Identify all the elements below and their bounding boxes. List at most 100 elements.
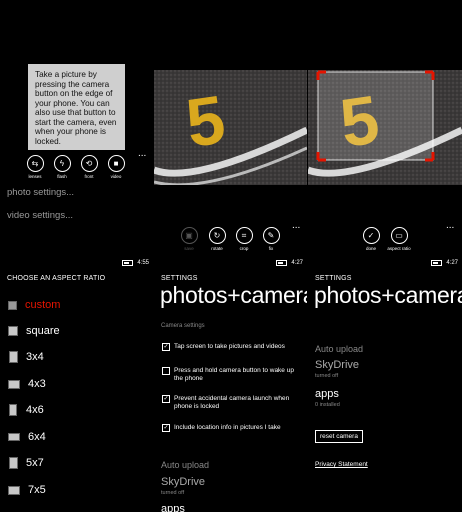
landscape-icon	[8, 485, 20, 495]
aspect-option-label: custom	[25, 299, 61, 311]
aspect-ratio-button[interactable]: ▭ aspect ratio	[386, 227, 412, 251]
flash-button[interactable]: ϟ flash	[49, 155, 75, 179]
video-icon: ■	[107, 155, 125, 172]
auto-upload-heading: Auto upload	[315, 344, 364, 354]
aspect-ratio-label: aspect ratio	[387, 246, 411, 251]
aspect-option-custom[interactable]: custom	[8, 299, 60, 311]
video-button[interactable]: ■ video	[103, 155, 129, 179]
status-time: 4:27	[291, 260, 303, 266]
checkbox-wake-phone[interactable]: Press and hold camera button to wake up …	[162, 367, 302, 383]
checkbox-label: Include location info in pictures I take	[174, 424, 281, 431]
apps-status: 0 installed	[315, 402, 340, 408]
aspect-option-label: 4x6	[26, 404, 44, 416]
aspect-option-6x4[interactable]: 6x4	[8, 431, 46, 443]
aspect-option-7x5[interactable]: 7x5	[8, 484, 46, 496]
checkbox-checked-icon: ✓	[162, 343, 170, 351]
landscape-icon	[8, 379, 20, 389]
more-options-button[interactable]: ...	[292, 221, 300, 231]
crop-button[interactable]: ⌗ crop	[231, 227, 257, 251]
section-heading: Camera settings	[161, 323, 205, 329]
checkbox-label: Prevent accidental camera launch when ph…	[174, 395, 290, 410]
menu-photo-settings[interactable]: photo settings...	[7, 187, 74, 198]
more-options-button[interactable]: ...	[138, 149, 146, 159]
status-time: 4:27	[446, 260, 458, 266]
lenses-button[interactable]: ⇆ lenses	[22, 155, 48, 179]
aspect-ratio-picker: 4:55 CHOOSE AN ASPECT RATIO custom squar…	[0, 257, 153, 512]
front-label: front	[84, 174, 94, 179]
portrait-icon	[9, 404, 17, 416]
checkbox-prevent-launch[interactable]: ✓ Prevent accidental camera launch when …	[162, 395, 302, 411]
square-icon	[8, 326, 18, 336]
page-title: photos+camera	[314, 282, 462, 308]
battery-icon	[431, 260, 443, 266]
crop-icon: ⌗	[235, 227, 253, 244]
more-options-button[interactable]: ...	[446, 221, 454, 231]
privacy-statement-link[interactable]: Privacy Statement	[315, 461, 368, 468]
lenses-icon: ⇆	[26, 155, 44, 172]
app-title: SETTINGS	[315, 275, 352, 282]
battery-icon	[276, 260, 288, 266]
page-title: photos+camera	[160, 282, 307, 308]
save-button[interactable]: ▣ save	[176, 227, 202, 251]
apps-item[interactable]: apps	[161, 503, 185, 512]
skydrive-status: turned off	[315, 373, 339, 379]
photo-preview: 5	[154, 70, 307, 185]
rotate-button[interactable]: ↻ rotate	[204, 227, 230, 251]
skydrive-status: turned off	[161, 490, 185, 496]
video-label: video	[110, 174, 122, 179]
front-camera-icon: ⟲	[80, 155, 98, 172]
reset-camera-button[interactable]: reset camera	[315, 430, 363, 443]
checkbox-label: Tap screen to take pictures and videos	[174, 343, 285, 350]
aspect-option-label: 7x5	[28, 484, 46, 496]
aspect-option-3x4[interactable]: 3x4	[8, 351, 44, 363]
photo-crop-preview: 5	[308, 70, 462, 185]
front-camera-button[interactable]: ⟲ front	[76, 155, 102, 179]
apps-item[interactable]: apps	[315, 388, 339, 400]
save-label: save	[184, 246, 194, 251]
custom-icon	[8, 300, 17, 310]
aspect-option-label: 4x3	[28, 378, 46, 390]
status-time: 4:55	[137, 260, 149, 266]
checkbox-location-info[interactable]: ✓ Include location info in pictures I ta…	[162, 424, 302, 432]
app-title: SETTINGS	[161, 275, 198, 282]
fix-label: fix	[268, 246, 274, 251]
rotate-icon: ↻	[208, 227, 226, 244]
camera-tooltip: Take a picture by pressing the camera bu…	[28, 64, 125, 150]
status-bar: 4:27	[431, 260, 458, 266]
skydrive-item[interactable]: SkyDrive	[161, 476, 205, 488]
aspect-option-label: square	[26, 325, 60, 337]
save-icon: ▣	[180, 227, 198, 244]
aspect-option-label: 6x4	[28, 431, 46, 443]
flash-label: flash	[57, 174, 67, 179]
aspect-option-label: 5x7	[26, 457, 44, 469]
aspect-option-5x7[interactable]: 5x7	[8, 457, 44, 469]
landscape-icon	[8, 433, 20, 441]
menu-video-settings[interactable]: video settings...	[7, 210, 73, 221]
aspect-option-4x6[interactable]: 4x6	[8, 404, 44, 416]
checkbox-checked-icon: ✓	[162, 424, 170, 432]
rotate-label: rotate	[211, 246, 223, 251]
aspect-option-square[interactable]: square	[8, 325, 60, 337]
checkbox-checked-icon: ✓	[162, 395, 170, 403]
camera-tooltip-screen: Take a picture by pressing the camera bu…	[0, 0, 153, 256]
photo-edit-screen: 5 ▣ save ↻ rotate ⌗ crop ✎ fix ...	[154, 0, 307, 256]
skydrive-item[interactable]: SkyDrive	[315, 359, 359, 371]
fix-button[interactable]: ✎ fix	[258, 227, 284, 251]
checkbox-unchecked-icon	[162, 367, 170, 375]
lenses-label: lenses	[28, 174, 42, 179]
aspect-option-4x3[interactable]: 4x3	[8, 378, 46, 390]
photo-crop-screen: 5 ✓ done ▭ aspect ratio ...	[308, 0, 462, 256]
checkbox-tap-screen[interactable]: ✓ Tap screen to take pictures and videos	[162, 343, 302, 351]
battery-icon	[122, 260, 134, 266]
camera-settings-screen: 4:27 SETTINGS photos+camera Camera setti…	[154, 257, 307, 512]
portrait-icon	[8, 457, 18, 469]
portrait-icon	[8, 351, 18, 363]
status-bar: 4:27	[276, 260, 303, 266]
done-button[interactable]: ✓ done	[358, 227, 384, 251]
aspect-option-label: 3x4	[26, 351, 44, 363]
aspect-ratio-icon: ▭	[390, 227, 408, 244]
checkmark-icon: ✓	[362, 227, 380, 244]
checkbox-label: Press and hold camera button to wake up …	[174, 367, 294, 382]
camera-settings-apps-screen: 4:27 SETTINGS photos+camera Auto upload …	[308, 257, 462, 512]
fix-icon: ✎	[262, 227, 280, 244]
